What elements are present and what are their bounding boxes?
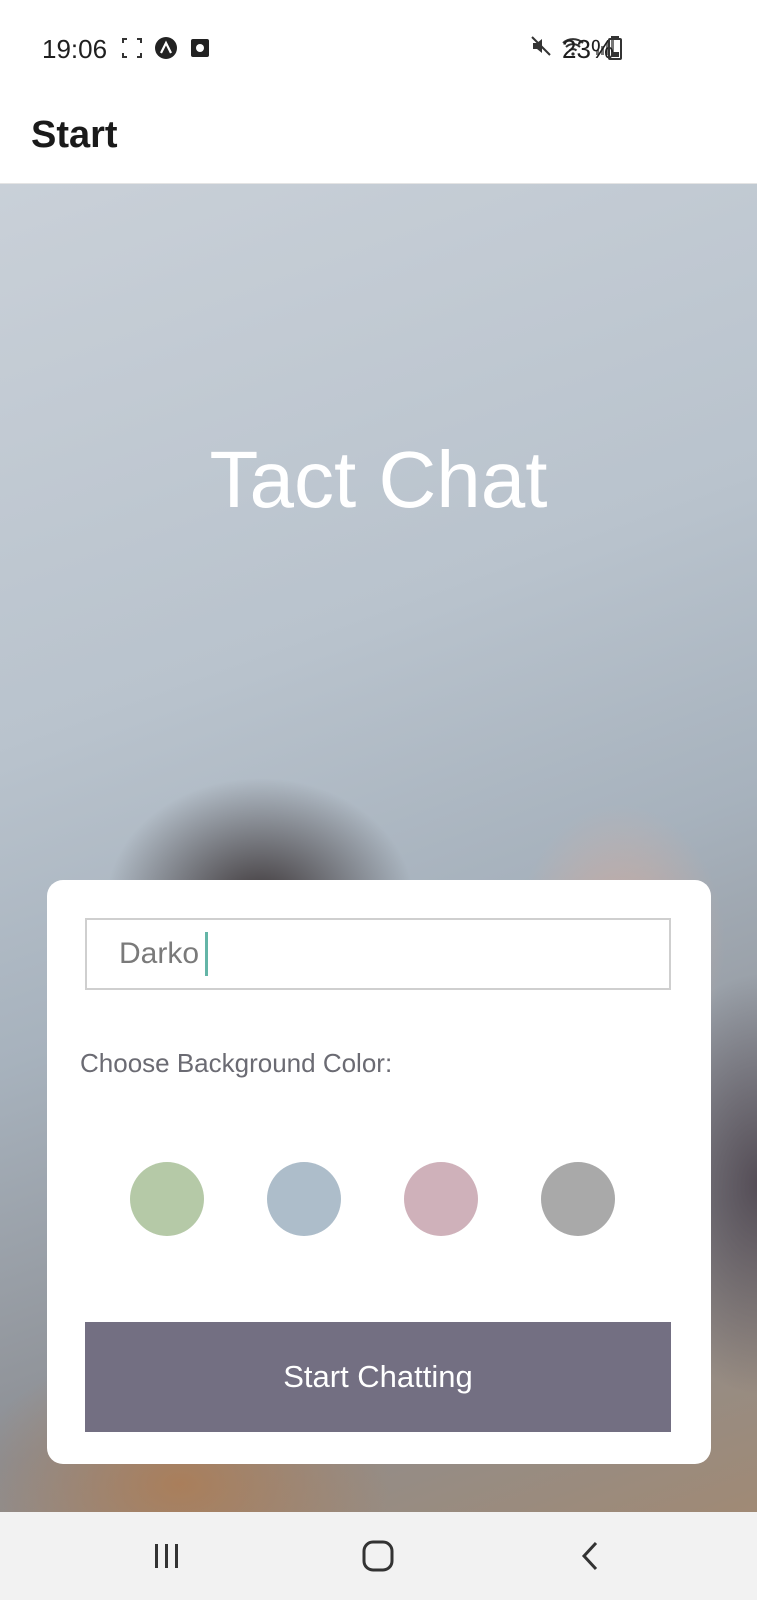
status-left-icons [120, 36, 212, 60]
page-title: Start [31, 114, 118, 156]
color-swatch-gray[interactable] [541, 1162, 615, 1236]
color-swatch-blue[interactable] [267, 1162, 341, 1236]
color-swatch-pink[interactable] [404, 1162, 478, 1236]
status-time: 19:06 [42, 34, 108, 64]
mute-icon [531, 36, 551, 56]
screenshot-icon [122, 38, 142, 58]
recent-apps-button[interactable] [145, 1534, 189, 1578]
login-card: Choose Background Color: Start Chatting [47, 880, 711, 1464]
back-button[interactable] [568, 1534, 612, 1578]
name-input[interactable] [85, 918, 671, 990]
app-name-title: Tact Chat [209, 435, 548, 524]
battery-percent: 23% [562, 34, 615, 64]
recent-apps-icon [155, 1544, 178, 1568]
color-swatch-green[interactable] [130, 1162, 204, 1236]
choose-color-label: Choose Background Color: [80, 1048, 393, 1078]
a-badge-icon [155, 37, 177, 59]
navigation-bar [0, 1512, 757, 1600]
color-swatches [47, 1162, 711, 1238]
status-bar: 19:06 23% [0, 0, 757, 98]
text-cursor [205, 932, 208, 976]
start-chatting-button[interactable]: Start Chatting [85, 1322, 671, 1432]
home-button[interactable] [356, 1534, 400, 1578]
gallery-icon [191, 39, 209, 57]
battery-icon [608, 36, 622, 60]
back-icon [581, 1541, 598, 1571]
home-icon [362, 1540, 394, 1572]
app-bar: Start [0, 98, 757, 184]
